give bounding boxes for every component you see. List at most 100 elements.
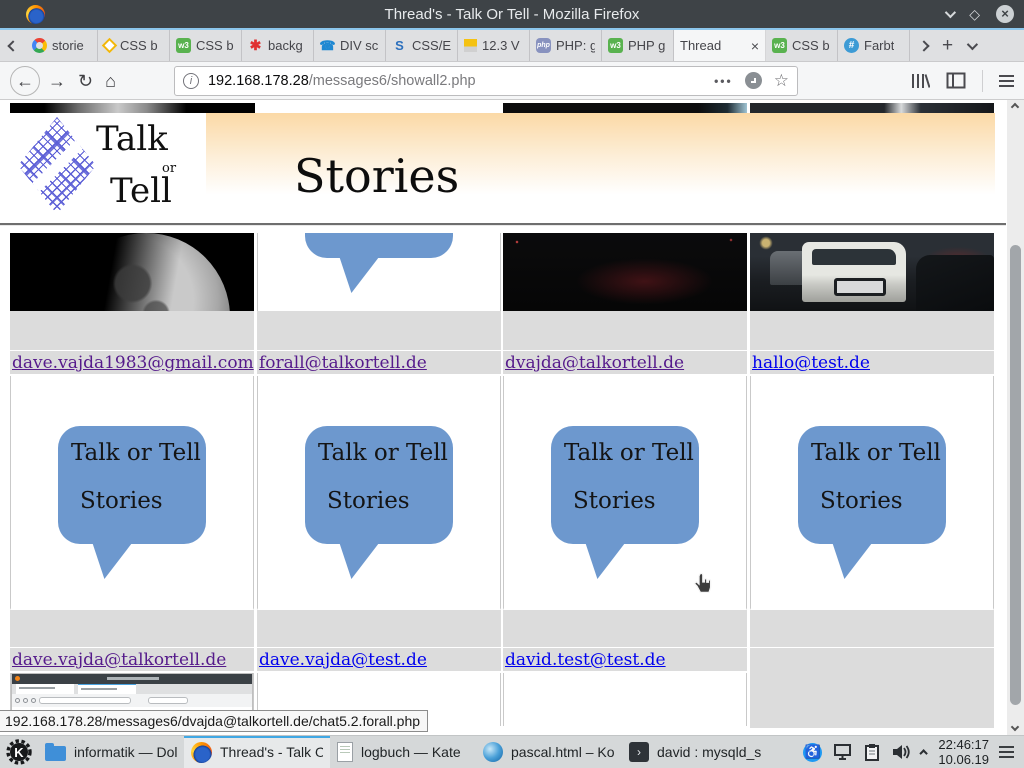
speech-bubble: Talk or TellStories [305, 426, 453, 544]
tab-css-1[interactable]: CSS b [98, 30, 170, 61]
url-text[interactable]: 192.168.178.28/messages6/showall2.php [208, 73, 476, 89]
tab-list-icon[interactable] [967, 38, 978, 49]
email-link[interactable]: david.test@test.de [505, 650, 666, 670]
site-logo: Talk or Tell [10, 113, 206, 218]
window-titlebar: Thread's - Talk Or Tell - Mozilla Firefo… [0, 0, 1024, 28]
home-icon[interactable]: ⌂ [105, 72, 116, 90]
clock-time: 22:46:17 [938, 737, 989, 752]
status-bar-link-target: 192.168.178.28/messages6/dvajda@talkorte… [0, 710, 428, 732]
menu-icon[interactable] [999, 75, 1014, 87]
task-dolphin[interactable]: informatik — Dol... [38, 736, 184, 768]
empty-cell [750, 648, 994, 728]
tab-12-3[interactable]: 12.3 V [458, 30, 530, 61]
desktop: Thread's - Talk Or Tell - Mozilla Firefo… [0, 0, 1024, 768]
tab-background[interactable]: backg [242, 30, 314, 61]
close-icon[interactable]: × [996, 5, 1014, 23]
yellow-diamond-icon [102, 38, 118, 54]
site-info-icon[interactable]: i [183, 73, 199, 89]
system-tray: ♿ [797, 736, 934, 768]
sidebar-icon[interactable] [946, 72, 966, 89]
scroll-up-icon[interactable] [1012, 104, 1018, 110]
card-spacer [503, 311, 747, 351]
kde-application-launcher[interactable]: K [0, 736, 38, 768]
email-link[interactable]: dvajda@talkortell.de [505, 353, 684, 373]
tab-php-1[interactable]: PHP: g [530, 30, 602, 61]
digital-clock[interactable]: 22:46:17 10.06.19 [934, 736, 993, 768]
volume-icon[interactable] [891, 743, 911, 761]
email-link[interactable]: dave.vajda@test.de [259, 650, 427, 670]
story-image-van[interactable] [750, 233, 994, 311]
accessibility-icon[interactable]: ♿ [803, 743, 822, 762]
tab-css-e[interactable]: CSS/E [386, 30, 458, 61]
firefox-icon [191, 742, 212, 763]
header-banner: Stories [206, 113, 995, 218]
scrollbar-thumb[interactable] [1010, 245, 1021, 705]
card-spacer [257, 311, 501, 351]
tab-threads-active[interactable]: Thread× [674, 30, 766, 61]
email-link[interactable]: hallo@test.de [752, 353, 870, 373]
google-icon [32, 38, 47, 53]
clipboard-icon[interactable] [864, 743, 880, 762]
white-van-shape [802, 242, 906, 302]
tab-php-2[interactable]: PHP g [602, 30, 674, 61]
story-image-dark-car[interactable] [503, 233, 747, 311]
forward-icon[interactable]: → [48, 72, 66, 90]
card-spacer [257, 610, 501, 648]
moon-photo [62, 233, 230, 311]
speech-bubble: Talk or TellStories [58, 426, 206, 544]
card-spacer [10, 311, 254, 351]
scroll-down-icon[interactable] [1012, 724, 1018, 730]
maximize-icon[interactable]: ◇ [969, 7, 980, 21]
story-author-row: dave.vajda1983@gmail.com [10, 351, 254, 376]
tab-farbtabelle[interactable]: Farbt [838, 30, 910, 61]
story-image-bubble-partial[interactable]: Talk or TellStories [257, 233, 501, 311]
tab-scroll-left-icon[interactable] [0, 30, 26, 61]
tray-expand-icon[interactable] [920, 749, 928, 757]
vertical-scrollbar[interactable] [1007, 100, 1024, 735]
page-content: Talk or Tell Stories dave.vajda1983@gmai… [0, 100, 1024, 735]
dark-car-shape [916, 255, 994, 311]
red-flower-icon [248, 38, 263, 53]
minimize-icon[interactable] [945, 7, 956, 18]
toolbar-divider [982, 70, 983, 92]
story-image-bubble[interactable]: Talk or TellStories [750, 376, 994, 610]
w3schools-icon [176, 38, 191, 53]
email-link[interactable]: dave.vajda@talkortell.de [12, 650, 226, 670]
navigation-toolbar: ← → ↻ ⌂ i 192.168.178.28/messages6/showa… [0, 62, 1024, 100]
tab-div[interactable]: DIV sc [314, 30, 386, 61]
panel-menu-icon[interactable] [993, 736, 1024, 768]
card-spacer [10, 610, 254, 648]
story-image-bubble[interactable]: Talk or TellStories [257, 376, 501, 610]
url-bar[interactable]: i 192.168.178.28/messages6/showall2.php … [174, 66, 798, 96]
tab-overflow-icon[interactable] [918, 40, 929, 51]
clock-date: 10.06.19 [938, 752, 989, 767]
fractal-diamond-logo-icon [18, 117, 96, 214]
back-button[interactable]: ← [10, 66, 40, 96]
bookmark-star-icon[interactable]: ☆ [774, 71, 789, 91]
page-actions-icon[interactable]: ••• [714, 74, 733, 88]
logo-word-talk: Talk [96, 119, 168, 159]
story-image-bubble[interactable]: Talk or TellStories [10, 376, 254, 610]
story-column-1: dave.vajda1983@gmail.com Talk or TellSto… [10, 233, 254, 726]
card-spacer [750, 610, 994, 648]
tab-css-3[interactable]: CSS b [766, 30, 838, 61]
library-icon[interactable] [910, 72, 930, 90]
task-kate[interactable]: logbuch — Kate [330, 736, 476, 768]
email-link[interactable]: dave.vajda1983@gmail.com [12, 353, 254, 373]
tab-stories-google[interactable]: storie [26, 30, 98, 61]
display-settings-icon[interactable] [833, 743, 853, 761]
tab-close-icon[interactable]: × [751, 38, 759, 54]
story-column-4: hallo@test.de Talk or TellStories [750, 233, 994, 728]
story-image-moon[interactable] [10, 233, 254, 311]
task-konsole[interactable]: › david : mysqld_s... [622, 736, 768, 768]
scrolled-image-fragment [10, 103, 255, 113]
new-tab-button[interactable]: + [942, 36, 953, 55]
reload-icon[interactable]: ↻ [78, 72, 93, 90]
task-konqueror[interactable]: pascal.html – Ko... [476, 736, 622, 768]
story-author-row: dave.vajda@test.de [257, 648, 501, 673]
pocket-icon[interactable] [745, 72, 762, 89]
tab-css-2[interactable]: CSS b [170, 30, 242, 61]
card-spacer [503, 610, 747, 648]
email-link[interactable]: forall@talkortell.de [259, 353, 427, 373]
task-firefox-active[interactable]: Thread's - Talk O... [184, 736, 330, 768]
